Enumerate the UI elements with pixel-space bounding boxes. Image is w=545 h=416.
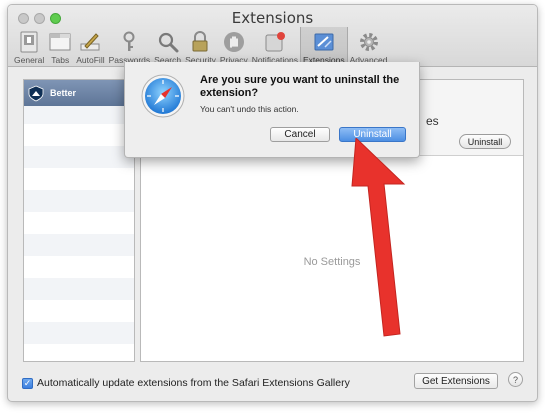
tab-security[interactable]: Security xyxy=(183,27,218,67)
tab-advanced[interactable]: Advanced xyxy=(348,27,390,67)
get-extensions-button[interactable]: Get Extensions xyxy=(414,373,498,389)
dialog-title: Are you sure you want to uninstall the e… xyxy=(200,74,400,99)
general-icon xyxy=(17,31,41,53)
uninstall-extension-button[interactable]: Uninstall xyxy=(459,134,511,149)
tab-passwords[interactable]: Passwords xyxy=(107,27,153,67)
lock-icon xyxy=(188,31,212,53)
auto-update-checkbox[interactable]: ✓ xyxy=(22,377,33,389)
auto-update-option[interactable]: ✓ Automatically update extensions from t… xyxy=(22,377,350,389)
list-item[interactable]: Better xyxy=(24,80,134,106)
tab-notifications[interactable]: Notifications xyxy=(250,27,300,67)
extension-detail-title: es xyxy=(426,114,439,128)
cancel-button[interactable]: Cancel xyxy=(270,127,330,142)
extensions-icon xyxy=(312,31,336,53)
dialog-message: You can't undo this action. xyxy=(200,104,299,114)
tab-autofill[interactable]: AutoFill xyxy=(74,27,106,67)
no-settings-text: No Settings xyxy=(303,256,361,268)
tab-extensions[interactable]: Extensions xyxy=(300,27,348,67)
extension-name: Better xyxy=(50,88,77,98)
preferences-toolbar: General Tabs AutoFill Passwords Search S… xyxy=(12,27,389,67)
red-arrow-annotation xyxy=(351,138,406,337)
tab-general-label: General xyxy=(14,55,45,65)
safari-compass-icon xyxy=(141,74,185,118)
tab-tabs-label: Tabs xyxy=(51,55,70,65)
search-icon xyxy=(156,31,180,53)
window-title: Extensions xyxy=(231,9,314,27)
tab-autofill-label: AutoFill xyxy=(76,55,105,65)
hand-icon xyxy=(222,31,246,53)
key-icon xyxy=(117,31,141,53)
bottom-bar: ✓ Automatically update extensions from t… xyxy=(8,367,537,401)
shield-icon xyxy=(28,85,44,101)
tab-general[interactable]: General xyxy=(12,27,46,67)
help-button[interactable]: ? xyxy=(508,372,523,387)
tab-privacy[interactable]: Privacy xyxy=(218,27,250,67)
notifications-icon xyxy=(263,31,287,53)
auto-update-label: Automatically update extensions from the… xyxy=(37,377,350,389)
tabs-icon xyxy=(48,31,72,53)
titlebar: Extensions General Tabs AutoFill Passwor… xyxy=(8,5,537,67)
tab-tabs[interactable]: Tabs xyxy=(46,27,74,67)
gear-icon xyxy=(357,31,381,53)
autofill-icon xyxy=(78,31,102,53)
extensions-list: Better xyxy=(23,79,135,362)
tab-search[interactable]: Search xyxy=(152,27,183,67)
